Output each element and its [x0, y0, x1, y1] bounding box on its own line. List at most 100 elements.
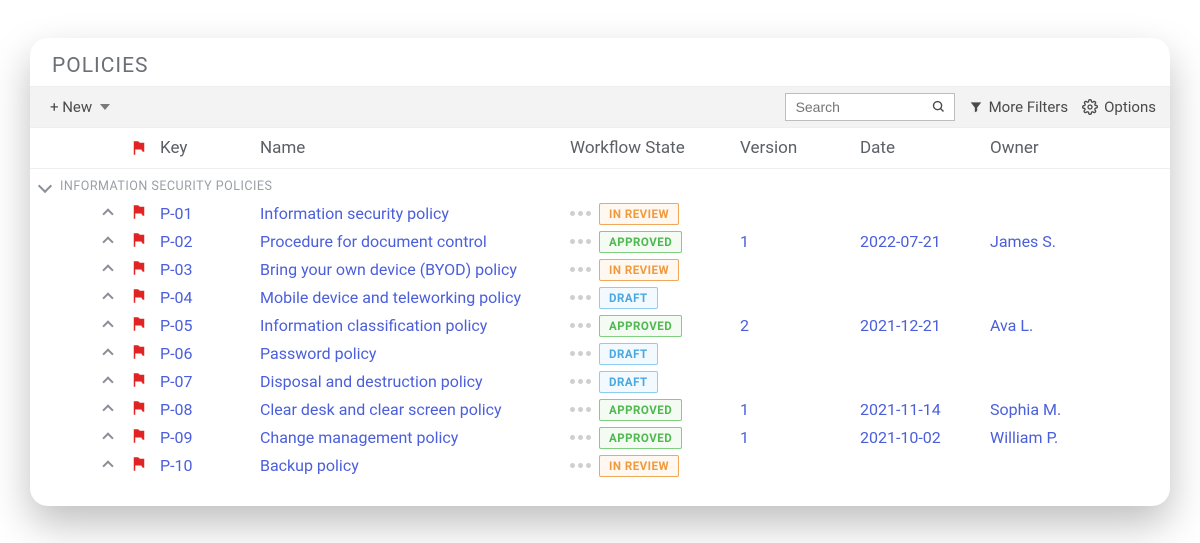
policy-version[interactable]: 1: [740, 232, 860, 251]
status-badge: APPROVED: [599, 231, 682, 253]
options-label: Options: [1104, 98, 1156, 116]
more-icon[interactable]: [570, 323, 591, 328]
more-icon[interactable]: [570, 239, 591, 244]
policy-owner[interactable]: William P.: [990, 428, 1120, 447]
policy-key[interactable]: P-07: [160, 372, 260, 391]
table-row[interactable]: P-01 Information security policy IN REVI…: [30, 200, 1170, 228]
flag-cell[interactable]: [130, 427, 160, 449]
chevron-up-icon[interactable]: [102, 264, 113, 275]
table-row[interactable]: P-10 Backup policy IN REVIEW: [30, 452, 1170, 480]
policy-date[interactable]: 2022-07-21: [860, 232, 990, 251]
flag-icon: [130, 259, 148, 277]
search-box[interactable]: [785, 93, 955, 121]
flag-cell[interactable]: [130, 259, 160, 281]
flag-cell[interactable]: [130, 399, 160, 421]
flag-cell[interactable]: [130, 315, 160, 337]
more-icon[interactable]: [570, 267, 591, 272]
policy-date[interactable]: 2021-12-21: [860, 316, 990, 335]
state-cell: IN REVIEW: [570, 455, 740, 477]
table-row[interactable]: P-02 Procedure for document control APPR…: [30, 228, 1170, 256]
flag-icon: [130, 343, 148, 361]
state-cell: DRAFT: [570, 371, 740, 393]
policy-name[interactable]: Change management policy: [260, 428, 570, 447]
flag-icon: [130, 287, 148, 305]
chevron-up-icon[interactable]: [102, 404, 113, 415]
policy-name[interactable]: Disposal and destruction policy: [260, 372, 570, 391]
chevron-up-icon[interactable]: [102, 348, 113, 359]
policy-name[interactable]: Bring your own device (BYOD) policy: [260, 260, 570, 279]
state-cell: APPROVED: [570, 427, 740, 449]
options-button[interactable]: Options: [1082, 98, 1156, 116]
more-icon[interactable]: [570, 295, 591, 300]
flag-cell[interactable]: [130, 231, 160, 253]
group-header[interactable]: INFORMATION SECURITY POLICIES: [30, 169, 1170, 200]
policy-key[interactable]: P-01: [160, 204, 260, 223]
chevron-up-icon[interactable]: [102, 460, 113, 471]
more-icon[interactable]: [570, 351, 591, 356]
policy-key[interactable]: P-02: [160, 232, 260, 251]
policy-owner[interactable]: Sophia M.: [990, 400, 1120, 419]
table-row[interactable]: P-03 Bring your own device (BYOD) policy…: [30, 256, 1170, 284]
flag-cell[interactable]: [130, 287, 160, 309]
policy-name[interactable]: Clear desk and clear screen policy: [260, 400, 570, 419]
chevron-up-icon[interactable]: [102, 236, 113, 247]
flag-icon: [130, 455, 148, 473]
column-version[interactable]: Version: [740, 138, 860, 158]
table-row[interactable]: P-09 Change management policy APPROVED 1…: [30, 424, 1170, 452]
flag-cell[interactable]: [130, 343, 160, 365]
chevron-up-icon[interactable]: [102, 376, 113, 387]
table-row[interactable]: P-07 Disposal and destruction policy DRA…: [30, 368, 1170, 396]
policy-key[interactable]: P-05: [160, 316, 260, 335]
policy-name[interactable]: Information classification policy: [260, 316, 570, 335]
policy-owner[interactable]: Ava L.: [990, 316, 1120, 335]
policy-version[interactable]: 1: [740, 428, 860, 447]
table-row[interactable]: P-06 Password policy DRAFT: [30, 340, 1170, 368]
more-icon[interactable]: [570, 463, 591, 468]
policy-date[interactable]: 2021-10-02: [860, 428, 990, 447]
table-row[interactable]: P-08 Clear desk and clear screen policy …: [30, 396, 1170, 424]
policy-name[interactable]: Backup policy: [260, 456, 570, 475]
chevron-up-icon[interactable]: [102, 208, 113, 219]
status-badge: DRAFT: [599, 287, 658, 309]
chevron-up-icon[interactable]: [102, 292, 113, 303]
flag-cell[interactable]: [130, 203, 160, 225]
table-row[interactable]: P-04 Mobile device and teleworking polic…: [30, 284, 1170, 312]
policy-name[interactable]: Information security policy: [260, 204, 570, 223]
column-name[interactable]: Name: [260, 138, 570, 158]
chevron-up-icon[interactable]: [102, 432, 113, 443]
status-badge: APPROVED: [599, 315, 682, 337]
flag-cell[interactable]: [130, 371, 160, 393]
gear-icon: [1082, 99, 1098, 115]
column-date[interactable]: Date: [860, 138, 990, 158]
chevron-up-icon[interactable]: [102, 320, 113, 331]
more-icon[interactable]: [570, 211, 591, 216]
policy-name[interactable]: Mobile device and teleworking policy: [260, 288, 570, 307]
chevron-down-icon: [38, 179, 52, 193]
policy-owner[interactable]: James S.: [990, 232, 1120, 251]
policy-date[interactable]: 2021-11-14: [860, 400, 990, 419]
more-icon[interactable]: [570, 435, 591, 440]
more-icon[interactable]: [570, 407, 591, 412]
policy-version[interactable]: 2: [740, 316, 860, 335]
policy-name[interactable]: Password policy: [260, 344, 570, 363]
search-icon[interactable]: [931, 99, 946, 114]
more-filters-button[interactable]: More Filters: [969, 98, 1069, 116]
policy-key[interactable]: P-03: [160, 260, 260, 279]
column-owner[interactable]: Owner: [990, 138, 1120, 158]
policy-key[interactable]: P-08: [160, 400, 260, 419]
policy-key[interactable]: P-10: [160, 456, 260, 475]
policy-version[interactable]: 1: [740, 400, 860, 419]
table-row[interactable]: P-05 Information classification policy A…: [30, 312, 1170, 340]
status-badge: IN REVIEW: [599, 259, 679, 281]
policy-key[interactable]: P-09: [160, 428, 260, 447]
policy-key[interactable]: P-04: [160, 288, 260, 307]
flag-cell[interactable]: [130, 455, 160, 477]
search-input[interactable]: [794, 98, 914, 116]
new-button[interactable]: + New: [44, 94, 116, 120]
policy-name[interactable]: Procedure for document control: [260, 232, 570, 251]
more-icon[interactable]: [570, 379, 591, 384]
column-state[interactable]: Workflow State: [570, 138, 740, 158]
column-flag[interactable]: [130, 138, 160, 158]
policy-key[interactable]: P-06: [160, 344, 260, 363]
column-key[interactable]: Key: [160, 138, 260, 158]
